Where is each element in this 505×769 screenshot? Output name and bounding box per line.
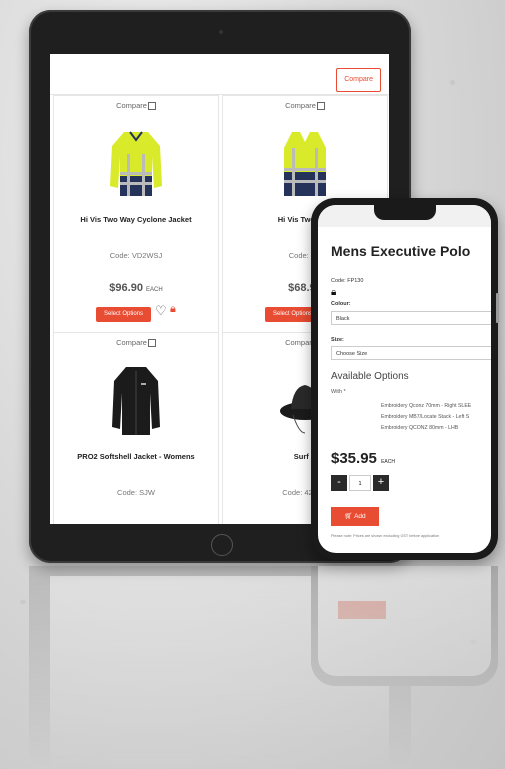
phone-side-button bbox=[496, 293, 499, 323]
product-code: Code: FP130 bbox=[331, 278, 364, 284]
product-name[interactable]: PRO2 Softshell Jacket - Womens bbox=[54, 452, 218, 461]
select-options-button[interactable]: Select Options bbox=[96, 307, 151, 322]
available-options-title: Available Options bbox=[331, 371, 409, 382]
hi-vis-vest-image[interactable] bbox=[280, 126, 330, 202]
phone-device: Mens Executive Polo Code: FP130 🔒︎ Colou… bbox=[311, 198, 498, 560]
softshell-jacket-image[interactable] bbox=[110, 363, 162, 439]
size-select[interactable]: Choose Size bbox=[331, 346, 491, 360]
background-speck bbox=[450, 80, 455, 85]
product-price: $35.95 EACH bbox=[331, 450, 395, 467]
phone-notch bbox=[374, 205, 436, 220]
lock-icon[interactable]: 🔒︎ bbox=[170, 303, 176, 316]
add-to-cart-button[interactable]: 🛒︎ Add bbox=[331, 507, 379, 526]
quantity-input[interactable]: 1 bbox=[349, 475, 371, 491]
lock-icon[interactable]: 🔒︎ bbox=[331, 287, 336, 298]
home-button[interactable] bbox=[211, 534, 233, 556]
compare-checkbox[interactable]: Compare bbox=[223, 101, 387, 111]
phone-screen: Mens Executive Polo Code: FP130 🔒︎ Colou… bbox=[318, 205, 491, 553]
product-name[interactable]: Hi Vis Two Way Cyclone Jacket bbox=[54, 215, 218, 224]
product-title: Mens Executive Polo bbox=[331, 243, 471, 259]
colour-label: Colour: bbox=[331, 301, 351, 307]
tablet-camera bbox=[219, 30, 223, 34]
compare-checkbox[interactable]: Compare bbox=[54, 101, 218, 111]
product-code: Code: SJW bbox=[117, 488, 155, 497]
hi-vis-jacket-image[interactable] bbox=[108, 126, 164, 202]
size-label: Size: bbox=[331, 337, 344, 343]
compare-checkbox[interactable]: Compare bbox=[54, 338, 218, 348]
product-card[interactable]: Compare Hi Vis Two Way Cyclone Jacket Co… bbox=[53, 95, 219, 333]
heart-icon[interactable]: ♡ bbox=[155, 303, 167, 319]
quantity-increase-button[interactable]: + bbox=[373, 475, 389, 491]
quantity-decrease-button[interactable]: - bbox=[331, 475, 347, 491]
cart-icon: 🛒︎ bbox=[344, 513, 353, 520]
option-item[interactable]: Embroidery QCONZ 80mm - LHB bbox=[381, 425, 458, 431]
phone-reflection bbox=[311, 566, 498, 686]
device-reflection bbox=[29, 566, 499, 769]
gst-note: Please note: Prices are shown excluding … bbox=[331, 534, 440, 538]
background-speck bbox=[20, 600, 26, 604]
compare-button[interactable]: Compare bbox=[336, 68, 381, 92]
product-price: $96.90 EACH bbox=[109, 282, 163, 294]
product-card[interactable]: Compare PRO2 Softshell Jacket - Womens C… bbox=[53, 332, 219, 524]
colour-select[interactable]: Black bbox=[331, 311, 491, 325]
compare-bar: Compare bbox=[50, 54, 389, 95]
with-label: With * bbox=[331, 389, 346, 395]
option-item[interactable]: Embroidery Qconz 70mm - Right SLEE bbox=[381, 403, 471, 409]
option-item[interactable]: Embroidery MB7/Locate Stack - Left S bbox=[381, 414, 469, 420]
product-code: Code: VD2WSJ bbox=[109, 251, 163, 260]
